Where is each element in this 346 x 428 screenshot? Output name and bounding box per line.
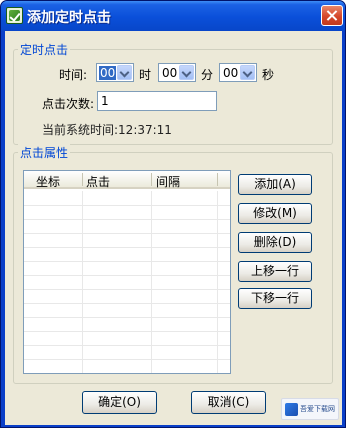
click-list-header: 坐标 点击 间隔 [24, 171, 230, 189]
column-separator[interactable] [151, 173, 152, 186]
watermark: 吾爱下载网 [281, 398, 339, 420]
click-count-value: 1 [101, 94, 109, 108]
column-header-coordinate[interactable]: 坐标 [36, 173, 60, 190]
chevron-down-icon[interactable] [240, 65, 255, 80]
chevron-down-icon[interactable] [117, 65, 132, 80]
click-props-group-title: 点击属性 [18, 144, 71, 161]
ok-button[interactable]: 确定(O) [82, 391, 157, 414]
column-header-interval[interactable]: 间隔 [156, 173, 180, 190]
cancel-button-label: 取消(C) [207, 395, 250, 409]
cancel-button[interactable]: 取消(C) [191, 391, 266, 414]
system-time-label: 当前系统时间:12:37:11 [42, 123, 172, 137]
click-count-input[interactable]: 1 [97, 91, 217, 111]
grid-line [24, 275, 230, 276]
ok-button-label: 确定(O) [98, 395, 141, 409]
grid-line [24, 261, 230, 262]
delete-button-label: 删除(D) [253, 235, 297, 249]
second-unit: 秒 [262, 68, 275, 82]
column-header-click[interactable]: 点击 [86, 173, 110, 190]
grid-line [24, 303, 230, 304]
modify-button[interactable]: 修改(M) [238, 203, 312, 224]
grid-line [24, 219, 230, 220]
chevron-down-icon[interactable] [179, 65, 194, 80]
grid-line [24, 247, 230, 248]
minute-unit: 分 [201, 68, 214, 82]
move-down-button-label: 下移一行 [250, 291, 299, 305]
minute-value: 00 [162, 66, 178, 80]
second-select[interactable]: 00 [219, 63, 257, 82]
hour-unit: 时 [139, 68, 152, 82]
grid-line [24, 233, 230, 234]
watermark-text: 吾爱下载网 [300, 405, 335, 413]
click-list[interactable]: 坐标 点击 间隔 [23, 170, 231, 374]
move-up-button-label: 上移一行 [250, 264, 299, 278]
hour-select[interactable]: 00 [96, 63, 134, 82]
grid-line [24, 345, 230, 346]
second-value: 00 [223, 66, 239, 80]
grid-line [24, 205, 230, 206]
move-up-button[interactable]: 上移一行 [238, 261, 312, 282]
move-down-button[interactable]: 下移一行 [238, 288, 312, 309]
window-title: 添加定时点击 [27, 10, 111, 26]
time-label: 时间: [59, 68, 88, 82]
modify-button-label: 修改(M) [253, 206, 297, 220]
timer-group-title: 定时点击 [18, 41, 71, 58]
grid-line [24, 289, 230, 290]
column-separator[interactable] [217, 173, 218, 186]
grid-line [24, 359, 230, 360]
delete-button[interactable]: 删除(D) [238, 232, 312, 253]
title-bar[interactable]: 添加定时点击 [1, 1, 345, 31]
minute-select[interactable]: 00 [158, 63, 196, 82]
click-count-label: 点击次数: [42, 97, 95, 111]
add-button-label: 添加(A) [254, 177, 296, 191]
dialog-client-area: 定时点击 时间: 00 时 00 分 00 秒 点击次数: 1 当前系统时间:1… [5, 31, 342, 425]
column-separator[interactable] [82, 173, 83, 186]
watermark-logo-icon [285, 403, 298, 416]
close-button[interactable] [321, 5, 343, 26]
hour-value: 00 [99, 66, 117, 80]
grid-line [24, 331, 230, 332]
app-icon [6, 7, 23, 24]
grid-line [24, 317, 230, 318]
add-button[interactable]: 添加(A) [238, 174, 312, 195]
dialog-window: 添加定时点击 定时点击 时间: 00 时 00 分 00 秒 点击次数: 1 当… [0, 0, 346, 428]
